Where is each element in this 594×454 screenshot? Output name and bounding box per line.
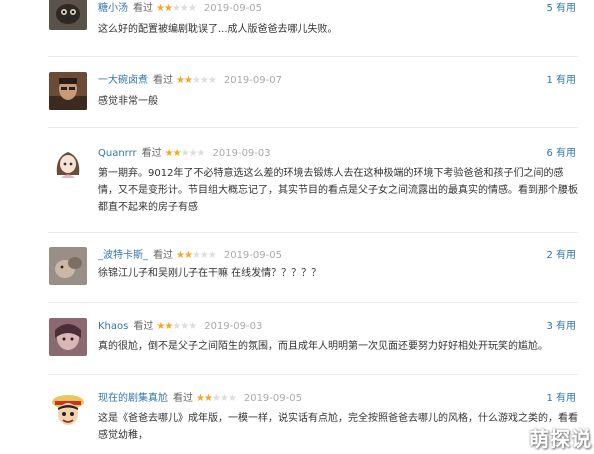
star-filled-icon: ★: [183, 75, 193, 86]
useful-vote-link[interactable]: 2 有用: [546, 247, 576, 265]
star-filled-icon: ★: [183, 250, 193, 261]
star-rating: ★★★★★: [156, 321, 197, 332]
star-filled-icon: ★: [176, 75, 185, 86]
star-filled-icon: ★: [164, 148, 174, 159]
star-filled-icon: ★: [203, 393, 213, 404]
watched-label: 看过: [133, 3, 153, 14]
review-date: 2019-09-05: [203, 3, 262, 14]
review-meta: _波特卡斯_ 看过 ★★★★★ 2019-09-05: [98, 247, 282, 265]
review-date: 2019-09-05: [243, 393, 302, 404]
review-text: 这是《爸爸去哪儿》成年版，一模一样，说实话有点尬，完全按照爸爸去哪儿的风格，什么…: [98, 413, 578, 441]
watermark-logo: 萌探说: [529, 427, 592, 451]
watched-label: 看过: [153, 250, 173, 261]
star-empty-icon: ★: [191, 250, 201, 261]
star-rating: ★★★★★: [196, 393, 237, 404]
star-filled-icon: ★: [172, 148, 182, 159]
star-empty-icon: ★: [207, 75, 217, 86]
divider: [48, 232, 578, 233]
star-filled-icon: ★: [156, 3, 165, 14]
star-empty-icon: ★: [180, 148, 190, 159]
review-meta: 现在的剧集真尬 看过 ★★★★★ 2019-09-05: [98, 390, 302, 408]
star-empty-icon: ★: [187, 3, 197, 14]
watched-label: 看过: [133, 321, 154, 332]
star-rating: ★★★★★: [156, 3, 197, 14]
avatar[interactable]: [49, 390, 87, 428]
star-rating: ★★★★★: [176, 250, 217, 261]
avatar[interactable]: [49, 0, 87, 30]
star-filled-icon: ★: [196, 393, 205, 404]
useful-vote-link[interactable]: 1 有用: [546, 72, 576, 90]
star-empty-icon: ★: [191, 75, 201, 86]
useful-vote-link[interactable]: 1 有用: [546, 390, 576, 408]
review-date: 2019-09-05: [223, 250, 282, 261]
star-empty-icon: ★: [219, 393, 229, 404]
useful-vote-link[interactable]: 6 有用: [546, 145, 576, 163]
username-link[interactable]: Quanrrr: [98, 148, 137, 159]
star-empty-icon: ★: [211, 393, 221, 404]
star-empty-icon: ★: [188, 321, 197, 332]
username-link[interactable]: 一大碗卤煮: [98, 75, 148, 86]
divider: [48, 374, 578, 375]
star-empty-icon: ★: [179, 3, 189, 14]
username-link[interactable]: 现在的剧集真尬: [98, 393, 168, 404]
star-rating: ★★★★★: [164, 148, 206, 159]
watched-label: 看过: [141, 148, 162, 159]
star-empty-icon: ★: [207, 250, 217, 261]
divider: [48, 56, 578, 57]
review-date: 2019-09-03: [204, 321, 263, 332]
star-empty-icon: ★: [188, 148, 198, 159]
avatar[interactable]: [49, 318, 87, 356]
avatar[interactable]: [49, 247, 87, 285]
star-filled-icon: ★: [163, 3, 173, 14]
star-empty-icon: ★: [199, 75, 209, 86]
divider: [48, 127, 578, 128]
star-filled-icon: ★: [176, 250, 185, 261]
useful-vote-link[interactable]: 3 有用: [546, 318, 576, 336]
review-text: 第一期弃。9012年了不必特意选这么差的环境去锻炼人去在这种极端的环境下考验爸爸…: [98, 168, 578, 213]
watched-label: 看过: [153, 75, 173, 86]
username-link[interactable]: 糖小汤: [98, 3, 128, 14]
review-meta: Khaos 看过 ★★★★★ 2019-09-03: [98, 318, 262, 336]
username-link[interactable]: Khaos: [98, 321, 128, 332]
useful-vote-link[interactable]: 5 有用: [546, 0, 576, 18]
watched-label: 看过: [173, 393, 193, 404]
avatar[interactable]: [49, 145, 87, 183]
review-text: 真的很尬，倒不是父子之间陌生的氛围，而且成年人明明第一次见面还要努力好好相处开玩…: [98, 341, 548, 352]
review-text: 徐锦江儿子和吴刚儿子在干嘛 在线发情？？？？？: [98, 268, 322, 279]
review-date: 2019-09-03: [212, 148, 271, 159]
avatar[interactable]: [49, 72, 87, 110]
review-text: 感觉非常一般: [98, 96, 158, 107]
review-meta: 糖小汤 看过 ★★★★★ 2019-09-05: [98, 0, 262, 18]
review-meta: 一大碗卤煮 看过 ★★★★★ 2019-09-07: [98, 72, 282, 90]
star-empty-icon: ★: [171, 3, 181, 14]
review-text: 这么好的配置被编剧耽误了...成人版爸爸去哪儿失败。: [98, 24, 338, 35]
divider: [48, 302, 578, 303]
star-rating: ★★★★★: [176, 75, 217, 86]
username-link[interactable]: _波特卡斯_: [98, 250, 148, 261]
star-empty-icon: ★: [227, 393, 237, 404]
review-meta: Quanrrr 看过 ★★★★★ 2019-09-03: [98, 145, 271, 163]
star-empty-icon: ★: [196, 148, 206, 159]
star-empty-icon: ★: [199, 250, 209, 261]
review-date: 2019-09-07: [223, 75, 282, 86]
